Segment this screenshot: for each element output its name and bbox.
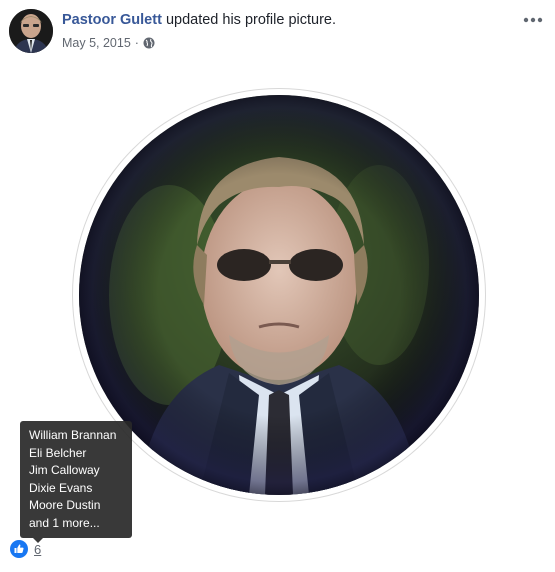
reactions-summary[interactable]: 6 xyxy=(10,539,41,559)
tooltip-name: Dixie Evans xyxy=(29,480,93,495)
post-title-line: Pastoor Gulett updated his profile pictu… xyxy=(62,12,336,28)
more-horizontal-icon[interactable] xyxy=(523,13,543,25)
tooltip-name: William Brannan xyxy=(29,428,117,442)
post-date-link[interactable]: May 5, 2015 xyxy=(62,36,131,50)
post-meta: May 5, 2015 · xyxy=(62,36,155,50)
tooltip-name: Eli Belcher xyxy=(29,445,87,460)
reactions-tooltip: William Brannan Eli Belcher Jim Calloway… xyxy=(20,421,132,543)
meta-separator: · xyxy=(134,36,139,50)
post-action-text: updated his profile picture. xyxy=(165,12,337,28)
profile-photo[interactable] xyxy=(79,95,479,495)
tooltip-name: Jim Calloway xyxy=(29,463,100,477)
like-icon xyxy=(10,540,28,558)
author-name-link[interactable]: Pastoor Gulett xyxy=(62,12,162,28)
avatar-image xyxy=(9,9,53,53)
tooltip-more: and 1 more... xyxy=(29,515,100,530)
tooltip-name: Moore Dustin xyxy=(29,498,101,512)
author-avatar[interactable] xyxy=(9,9,53,53)
post-header: Pastoor Gulett updated his profile pictu… xyxy=(9,9,549,55)
reaction-count[interactable]: 6 xyxy=(34,542,41,557)
globe-icon[interactable] xyxy=(143,37,155,49)
